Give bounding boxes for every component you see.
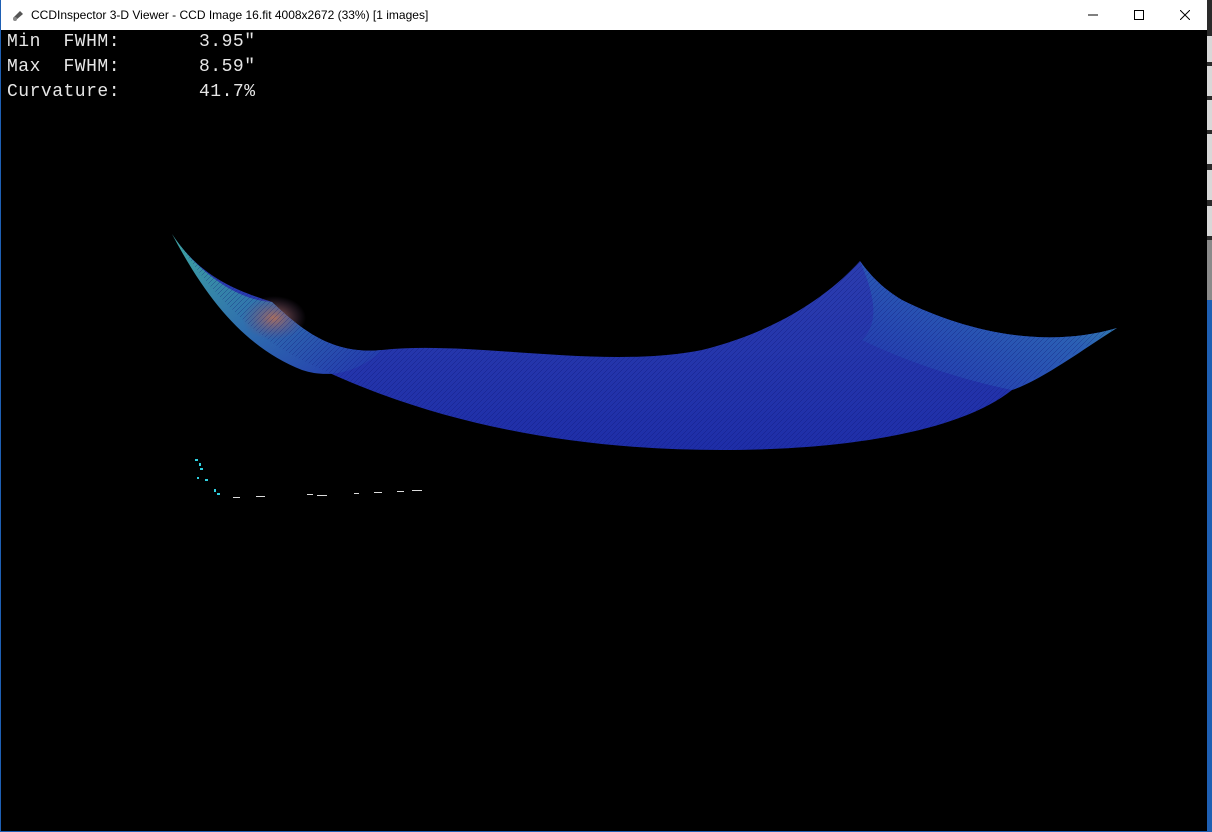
fwhm-stats-panel: Min FWHM: 3.95" Max FWHM: 8.59" Curvatur…	[7, 30, 256, 105]
telescope-icon	[10, 7, 26, 23]
stat-value: 8.59"	[199, 57, 256, 77]
window-title: CCDInspector 3-D Viewer - CCD Image 16.f…	[31, 8, 429, 22]
axis-marks	[195, 459, 220, 495]
stat-value: 3.95"	[199, 32, 256, 52]
stat-value: 41.7%	[199, 82, 256, 102]
surface-mesh	[172, 234, 1117, 450]
stat-label: Max FWHM:	[7, 57, 121, 77]
background-window-edge	[1207, 0, 1212, 832]
stat-label: Curvature:	[7, 82, 121, 102]
title-bar[interactable]: CCDInspector 3-D Viewer - CCD Image 16.f…	[1, 0, 1208, 30]
maximize-button[interactable]	[1116, 0, 1162, 30]
stat-max-fwhm: Max FWHM: 8.59"	[7, 55, 256, 80]
close-button[interactable]	[1162, 0, 1208, 30]
stat-min-fwhm: Min FWHM: 3.95"	[7, 30, 256, 55]
window-controls	[1070, 0, 1208, 30]
close-icon	[1180, 10, 1190, 20]
minimize-button[interactable]	[1070, 0, 1116, 30]
minimize-icon	[1088, 14, 1098, 16]
stat-label: Min FWHM:	[7, 32, 121, 52]
curvature-surface-plot[interactable]	[2, 30, 1207, 832]
stat-curvature: Curvature: 41.7%	[7, 80, 256, 105]
3d-viewport[interactable]: Min FWHM: 3.95" Max FWHM: 8.59" Curvatur…	[2, 30, 1207, 832]
axis-labels-faint	[233, 490, 422, 498]
maximize-icon	[1134, 10, 1144, 20]
viewer-window: CCDInspector 3-D Viewer - CCD Image 16.f…	[0, 0, 1208, 832]
